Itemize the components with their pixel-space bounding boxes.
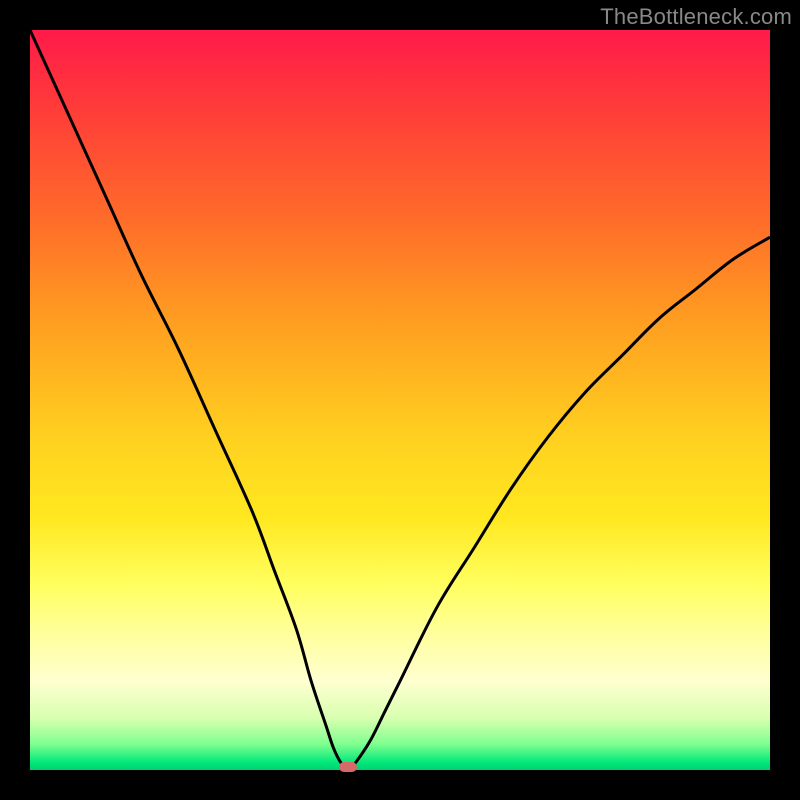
bottleneck-curve	[30, 30, 770, 770]
curve-path	[30, 30, 770, 770]
min-marker	[339, 762, 357, 772]
chart-frame: TheBottleneck.com	[0, 0, 800, 800]
watermark-text: TheBottleneck.com	[600, 4, 792, 30]
plot-area	[30, 30, 770, 770]
